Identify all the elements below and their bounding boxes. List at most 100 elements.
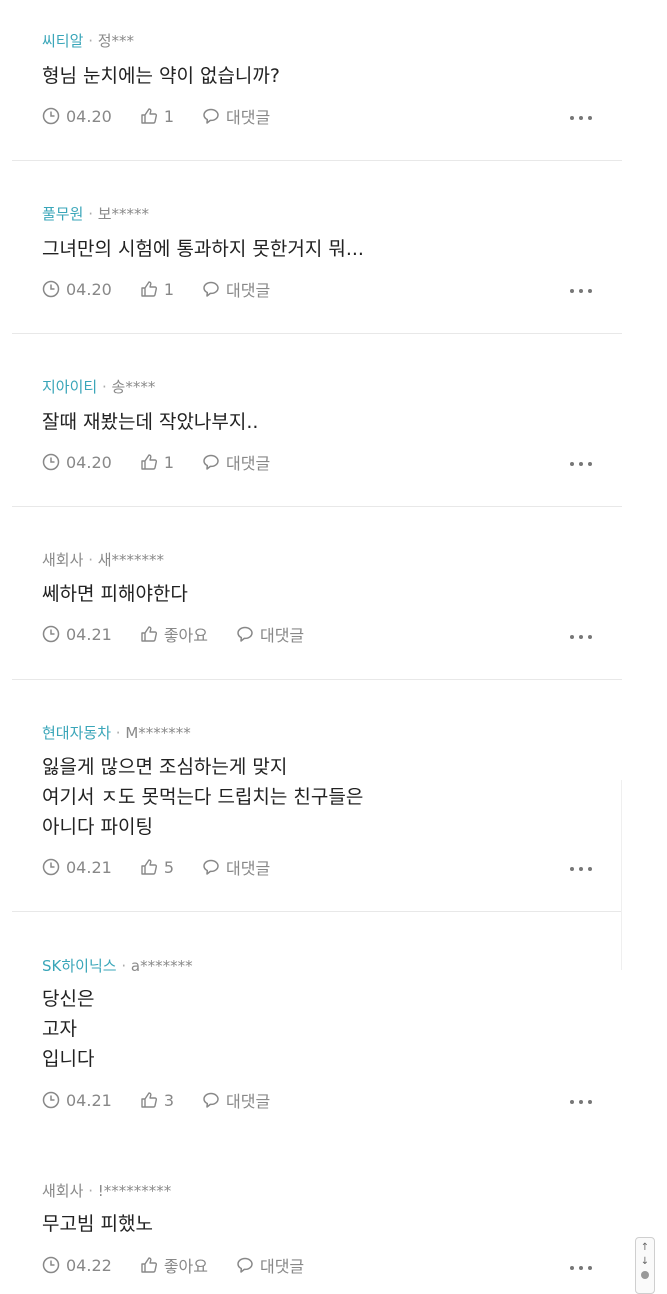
reply-label: 대댓글 [259,626,305,645]
reply-label: 대댓글 [226,1092,271,1111]
company-name[interactable]: 현대자동차 [42,724,111,742]
speech-bubble-icon [203,108,219,124]
thumbs-up-icon [141,454,157,470]
more-options-icon[interactable] [570,459,592,469]
comment-meta: 풀무원 · 보***** [42,204,149,224]
comment-text: 잘때 재봤는데 작았나부지.. [42,411,259,433]
company-name[interactable]: 씨티알 [42,32,83,50]
like-count: 1 [163,279,174,299]
reply-label: 대댓글 [226,108,271,127]
reply-button[interactable]: 대댓글 [202,104,270,128]
speech-bubble-icon [237,626,253,642]
more-options-icon[interactable] [570,286,592,296]
date-label: 04.21 [66,624,112,644]
like-button[interactable]: 좋아요 [140,1253,208,1277]
comment-meta: 현대자동차 · M******* [42,723,191,743]
comment-actions: 04.20 1 대댓글 [42,277,298,301]
like-button[interactable]: 5 [140,858,174,877]
user-name: a******* [130,957,193,975]
speech-bubble-icon [203,281,219,297]
reply-label: 대댓글 [259,1257,305,1276]
divider [12,333,622,334]
thumbs-up-icon [141,626,157,642]
comment-meta: 새회사 · !********* [42,1181,171,1201]
user-name: M******* [125,724,191,742]
like-button[interactable]: 1 [140,453,174,472]
like-button[interactable]: 3 [140,1091,174,1110]
comment-meta: 씨티알 · 정*** [42,31,134,51]
comment-date: 04.20 [42,453,112,472]
more-options-icon[interactable] [570,864,592,874]
more-options-icon[interactable] [570,632,592,642]
user-name: !********* [97,1182,172,1200]
reply-button[interactable]: 대댓글 [202,855,270,879]
clock-icon [42,1091,60,1109]
meta-separator: · [115,724,121,742]
speech-bubble-icon [203,454,219,470]
company-name[interactable]: 풀무원 [42,205,83,223]
user-name: 보***** [97,205,150,223]
date-label: 04.20 [66,279,112,299]
reply-button[interactable]: 대댓글 [202,450,270,474]
comment-text: 그녀만의 시험에 통과하지 못한거지 뭐... [42,238,364,260]
meta-separator: · [88,32,93,50]
meta-separator: · [88,205,93,223]
clock-icon [42,280,60,298]
clock-icon [42,1256,60,1274]
like-count: 좋아요 [163,1257,208,1276]
comment-actions: 04.21 3 대댓글 [42,1088,298,1112]
speech-bubble-icon [237,1257,253,1273]
thumbs-up-icon [141,108,157,124]
clock-icon [42,453,60,471]
like-button[interactable]: 1 [140,107,174,126]
clock-icon [42,107,60,125]
scroll-up-arrow-icon[interactable]: ↑ [641,1241,649,1255]
comment-actions: 04.22 좋아요 대댓글 [42,1253,332,1277]
comment-meta: SK하이닉스 · a******* [42,956,193,976]
reply-button[interactable]: 대댓글 [202,277,270,301]
like-button[interactable]: 1 [140,280,174,299]
divider [12,506,622,507]
like-count: 3 [163,1090,174,1110]
thumbs-up-icon [141,281,157,297]
thumbs-up-icon [141,859,157,875]
user-name: 새******* [97,551,165,569]
company-name: 새회사 [42,551,84,569]
meta-separator: · [121,957,127,975]
reply-button[interactable]: 대댓글 [202,1088,270,1112]
more-options-icon[interactable] [570,113,592,123]
comment-date: 04.20 [42,280,112,299]
speech-bubble-icon [203,859,219,875]
comment-text: 당신은 고자 입니다 [42,988,95,1070]
divider [12,679,622,680]
divider [12,911,622,912]
thumbs-up-icon [141,1092,157,1108]
reply-button[interactable]: 대댓글 [236,1253,304,1277]
more-options-icon[interactable] [570,1263,592,1273]
like-count: 좋아요 [163,626,208,645]
divider [12,160,622,161]
speech-bubble-icon [203,1092,219,1108]
scroll-down-arrow-icon[interactable]: ↓ [641,1255,649,1269]
user-name: 정*** [97,32,135,50]
like-button[interactable]: 좋아요 [140,622,208,646]
reply-button[interactable]: 대댓글 [236,622,304,646]
more-options-icon[interactable] [570,1097,592,1107]
comment-date: 04.21 [42,858,112,877]
comment-text: 잃을게 많으면 조심하는게 맞지 여기서 ㅈ도 못먹는다 드립치는 친구들은 아… [42,756,364,838]
scrollbar[interactable]: ↑ ↓ [635,1237,655,1294]
date-label: 04.20 [66,106,112,126]
comment-actions: 04.21 좋아요 대댓글 [42,622,332,646]
company-name[interactable]: 지아이티 [42,378,97,396]
comment-actions: 04.20 1 대댓글 [42,104,298,128]
scroll-track-line [621,780,622,970]
date-label: 04.21 [66,857,112,877]
scroll-thumb[interactable] [641,1271,649,1279]
clock-icon [42,625,60,643]
reply-label: 대댓글 [226,454,271,473]
comment-date: 04.21 [42,625,112,644]
like-count: 5 [163,857,174,877]
comment-actions: 04.20 1 대댓글 [42,450,298,474]
company-name[interactable]: SK하이닉스 [42,957,117,975]
like-count: 1 [163,106,174,126]
